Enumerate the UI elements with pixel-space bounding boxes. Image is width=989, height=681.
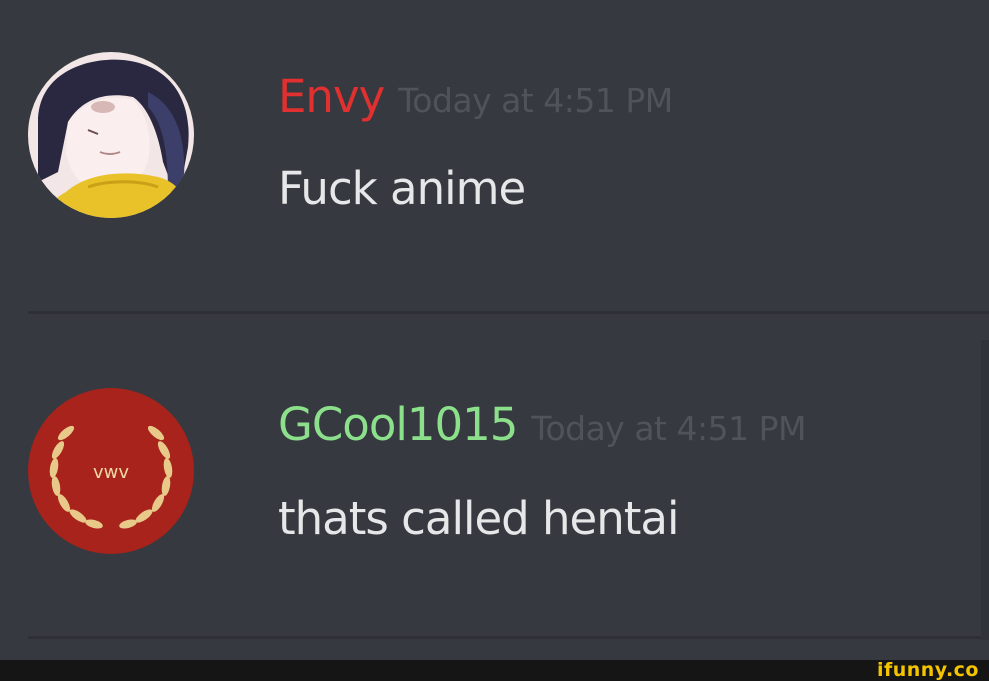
- message-item: Envy Today at 4:51 PM Fuck anime: [0, 52, 989, 222]
- chat-panel: Envy Today at 4:51 PM Fuck anime vwv GCo…: [0, 0, 989, 660]
- message-timestamp: Today at 4:51 PM: [398, 81, 673, 120]
- message-divider: [28, 636, 989, 639]
- username[interactable]: Envy Today at 4:51 PM: [278, 70, 673, 123]
- username-text[interactable]: Envy: [278, 70, 385, 123]
- message-divider: [28, 311, 989, 314]
- ifunny-watermark: ifunny.co: [876, 659, 979, 681]
- scrollbar-track[interactable]: [981, 340, 989, 640]
- laurel-wreath-avatar-icon[interactable]: vwv: [28, 388, 194, 554]
- message-text: Fuck anime: [278, 162, 526, 215]
- message-text: thats called hentai: [278, 492, 679, 545]
- message-timestamp: Today at 4:51 PM: [531, 409, 806, 448]
- anime-girl-avatar-icon[interactable]: [28, 52, 194, 218]
- username[interactable]: GCool1015 Today at 4:51 PM: [278, 398, 806, 451]
- avatar-face-text: vwv: [93, 462, 129, 483]
- watermark-bar: ifunny.co: [0, 660, 989, 681]
- username-text[interactable]: GCool1015: [278, 398, 518, 451]
- message-item: vwv GCool1015 Today at 4:51 PM thats call…: [0, 386, 989, 556]
